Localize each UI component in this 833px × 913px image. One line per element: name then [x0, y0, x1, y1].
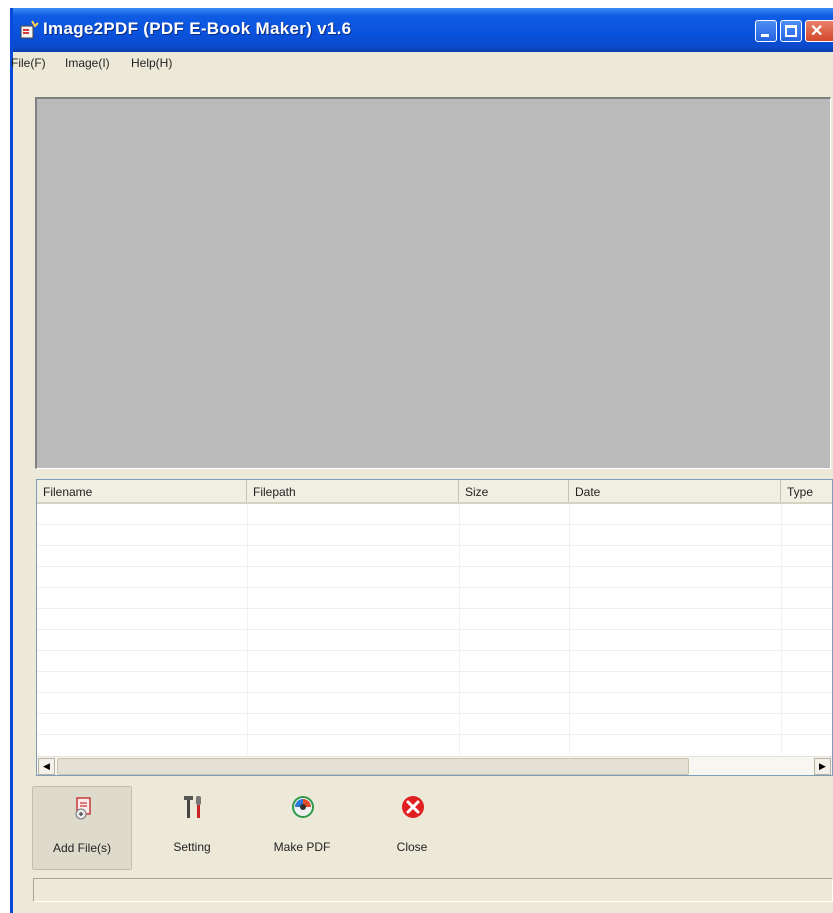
add-files-label: Add File(s) [52, 841, 111, 855]
make-pdf-icon [292, 796, 314, 818]
close-label: Close [396, 840, 428, 854]
horizontal-scrollbar[interactable]: ◀ ▶ [37, 756, 832, 775]
make-pdf-label: Make PDF [273, 840, 331, 854]
menu-file[interactable]: File(F) [11, 56, 46, 70]
column-header-filepath[interactable]: Filepath [247, 480, 459, 502]
add-files-button[interactable]: Add File(s) [32, 786, 132, 870]
tools-icon [184, 796, 201, 818]
column-header-filename[interactable]: Filename [37, 480, 247, 502]
column-header-date[interactable]: Date [569, 480, 781, 502]
menu-help[interactable]: Help(H) [131, 56, 172, 70]
make-pdf-button[interactable]: Make PDF [252, 786, 352, 870]
maximize-button[interactable] [780, 20, 802, 42]
column-header-type[interactable]: Type [781, 480, 832, 502]
bottom-toolbar: Add File(s) Setting Make PDF Close [13, 786, 833, 870]
scroll-left-arrow-icon[interactable]: ◀ [38, 758, 55, 775]
file-list[interactable]: Filename Filepath Size Date Type ◀ ▶ [36, 479, 833, 776]
scroll-right-arrow-icon[interactable]: ▶ [814, 758, 831, 775]
column-header-size[interactable]: Size [459, 480, 569, 502]
app-pdf-icon [20, 20, 39, 39]
app-window: Image2PDF (PDF E-Book Maker) v1.6 File(F… [10, 8, 833, 913]
file-list-rows [37, 504, 832, 754]
minimize-button[interactable] [755, 20, 777, 42]
setting-button[interactable]: Setting [142, 786, 242, 870]
window-title: Image2PDF (PDF E-Book Maker) v1.6 [43, 19, 352, 38]
close-circle-icon [402, 796, 424, 818]
add-file-icon [75, 797, 91, 820]
setting-label: Setting [173, 840, 211, 854]
menu-bar: File(F) Image(I) Help(H) [11, 54, 833, 74]
image-preview-pane [35, 97, 831, 469]
scrollbar-thumb[interactable] [57, 758, 689, 775]
menu-image[interactable]: Image(I) [65, 56, 110, 70]
file-list-header: Filename Filepath Size Date Type [37, 480, 832, 504]
title-bar[interactable]: Image2PDF (PDF E-Book Maker) v1.6 [13, 8, 833, 52]
close-button[interactable]: Close [362, 786, 462, 870]
status-bar [33, 878, 833, 902]
close-window-button[interactable] [805, 20, 833, 42]
